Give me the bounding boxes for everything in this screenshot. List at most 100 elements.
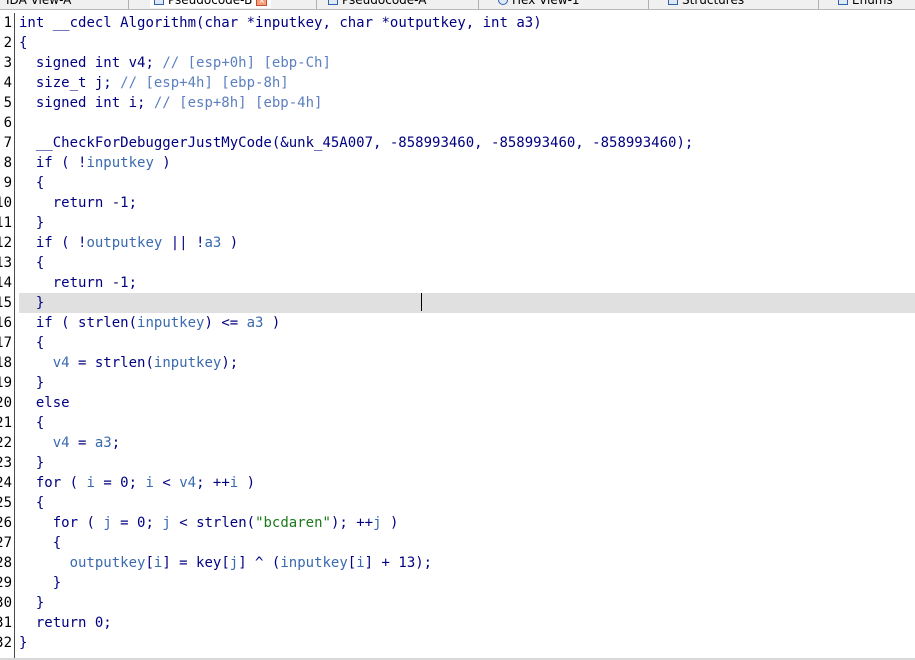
tab-divider bbox=[316, 0, 317, 9]
code-token: v4 bbox=[52, 435, 70, 451]
code-line[interactable]: for ( i = 0; i < v4; ++i ) bbox=[19, 473, 915, 493]
line-number-gutter: 1234567891011121314151617181920212223242… bbox=[0, 13, 15, 660]
code-token: j; bbox=[86, 75, 121, 91]
code-token: inputkey bbox=[280, 555, 348, 571]
code-token: // [esp+8h] [ebp-4h] bbox=[153, 95, 323, 111]
code-line[interactable]: else bbox=[19, 393, 915, 413]
code-token: ) bbox=[381, 515, 399, 531]
code-token: *outputkey, bbox=[373, 15, 483, 31]
code-token: } bbox=[19, 215, 45, 231]
code-line[interactable]: return -1; bbox=[19, 273, 915, 293]
code-line[interactable]: signed int i; // [esp+8h] [ebp-4h] bbox=[19, 93, 915, 113]
code-line[interactable]: if ( strlen(inputkey) <= a3 ) bbox=[19, 313, 915, 333]
code-token: ] + 13); bbox=[364, 555, 433, 571]
code-token: } bbox=[19, 455, 45, 471]
code-line[interactable]: { bbox=[19, 253, 915, 273]
code-line[interactable]: return -1; bbox=[19, 193, 915, 213]
code-token: < bbox=[153, 475, 180, 491]
line-number: 31 bbox=[0, 615, 12, 631]
line-number: 20 bbox=[0, 395, 12, 411]
code-line[interactable]: if ( !outputkey || !a3 ) bbox=[19, 233, 915, 253]
tab-label: Pseudocode-A bbox=[342, 0, 427, 7]
pseudocode-view[interactable]: 1234567891011121314151617181920212223242… bbox=[0, 13, 915, 660]
line-number: 25 bbox=[0, 495, 12, 511]
code-token: [ bbox=[347, 555, 357, 571]
code-line[interactable]: { bbox=[19, 173, 915, 193]
code-line[interactable]: } bbox=[19, 373, 915, 393]
code-line[interactable]: } bbox=[19, 213, 915, 233]
tab-label: Structures bbox=[682, 0, 745, 7]
code-line[interactable]: for ( j = 0; j < strlen("bcdaren"); ++j … bbox=[19, 513, 915, 533]
code-line[interactable]: { bbox=[19, 413, 915, 433]
code-token: } bbox=[19, 575, 62, 591]
line-number: 32 bbox=[0, 635, 12, 651]
line-number: 7 bbox=[3, 135, 12, 151]
line-number: 4 bbox=[3, 75, 12, 91]
code-token: ) bbox=[238, 475, 256, 491]
code-line[interactable]: if ( !inputkey ) bbox=[19, 153, 915, 173]
code-token: < bbox=[170, 515, 197, 531]
line-number: 5 bbox=[3, 95, 12, 111]
code-line[interactable]: { bbox=[19, 493, 915, 513]
tab-pseudocode-a[interactable]: Pseudocode-A bbox=[324, 0, 430, 8]
code-token: strlen bbox=[94, 355, 146, 371]
line-number: 9 bbox=[3, 175, 12, 191]
code-token: ( bbox=[61, 475, 87, 491]
line-number: 16 bbox=[0, 315, 12, 331]
code-token: "bcdaren" bbox=[255, 515, 331, 531]
code-line[interactable]: signed int v4; // [esp+0h] [ebp-Ch] bbox=[19, 53, 915, 73]
code-line[interactable]: return 0; bbox=[19, 613, 915, 633]
tab-pseudocode-b[interactable]: Pseudocode-B × bbox=[150, 0, 272, 8]
code-line[interactable]: v4 = a3; bbox=[19, 433, 915, 453]
code-token: a3 bbox=[94, 435, 112, 451]
code-line[interactable]: } bbox=[19, 293, 915, 313]
code-token: if bbox=[35, 155, 53, 171]
code-token: a3 bbox=[204, 235, 222, 251]
code-line[interactable]: } bbox=[19, 573, 915, 593]
tab-hex-view-1[interactable]: Hex View-1 bbox=[494, 0, 584, 8]
code-token: (&unk_45A007, -858993460, -858993460, -8… bbox=[271, 135, 694, 151]
close-icon[interactable]: × bbox=[256, 0, 268, 6]
line-number: 1 bbox=[3, 15, 12, 31]
code-line[interactable]: { bbox=[19, 33, 915, 53]
code-line[interactable]: } bbox=[19, 593, 915, 613]
code-token: if bbox=[35, 235, 53, 251]
code-line[interactable]: int __cdecl Algorithm(char *inputkey, ch… bbox=[19, 13, 915, 33]
code-token: ( ! bbox=[52, 235, 87, 251]
code-token: || ! bbox=[162, 235, 205, 251]
code-token: } bbox=[19, 295, 45, 311]
code-token: signed int bbox=[35, 55, 121, 71]
code-line[interactable]: size_t j; // [esp+4h] [ebp-8h] bbox=[19, 73, 915, 93]
code-token: for bbox=[35, 475, 62, 491]
code-token: key bbox=[196, 555, 222, 571]
pseudocode-icon bbox=[154, 0, 164, 5]
code-line[interactable]: { bbox=[19, 533, 915, 553]
code-token: // [esp+4h] [ebp-8h] bbox=[120, 75, 289, 91]
line-number: 11 bbox=[0, 215, 12, 231]
code-line[interactable]: outputkey[i] = key[j] ^ (inputkey[i] + 1… bbox=[19, 553, 915, 573]
code-line[interactable] bbox=[19, 113, 915, 133]
code-token: i bbox=[356, 555, 365, 571]
tab-ida-view-a[interactable]: IDA View-A bbox=[2, 0, 75, 8]
code-token: } bbox=[19, 595, 45, 611]
code-line[interactable]: } bbox=[19, 453, 915, 473]
code-line[interactable]: __CheckForDebuggerJustMyCode(&unk_45A007… bbox=[19, 133, 915, 153]
line-number: 6 bbox=[3, 115, 12, 131]
code-token: i bbox=[86, 475, 95, 491]
code-line[interactable]: } bbox=[19, 633, 915, 653]
tab-structures[interactable]: Structures bbox=[664, 0, 748, 8]
code-line[interactable]: v4 = strlen(inputkey); bbox=[19, 353, 915, 373]
code-token: for bbox=[52, 515, 79, 531]
code-line[interactable]: { bbox=[19, 333, 915, 353]
code-token: return bbox=[52, 275, 104, 291]
code-token: a3 bbox=[246, 315, 264, 331]
line-number: 17 bbox=[0, 335, 12, 351]
tab-enums[interactable]: Enums bbox=[834, 0, 897, 8]
hex-view-icon bbox=[498, 0, 508, 5]
